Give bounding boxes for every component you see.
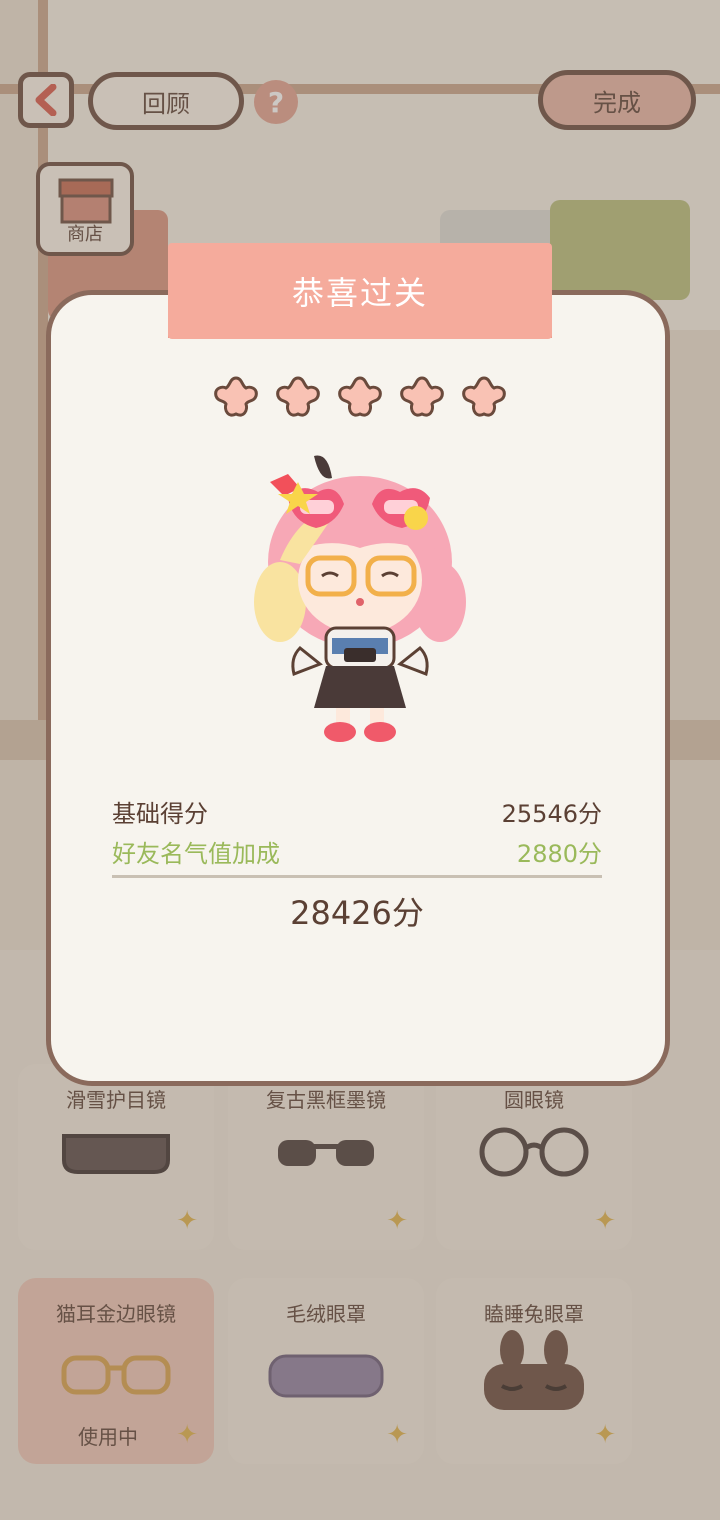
base-score-label: 基础得分 (112, 800, 208, 828)
title-ribbon: 恭喜过关 (168, 243, 552, 339)
base-score-value: 25546分 (501, 800, 602, 828)
bonus-score-label: 好友名气值加成 (112, 840, 280, 868)
flower-star-icon (462, 376, 506, 417)
flower-star-icon (276, 376, 320, 417)
score-divider (112, 875, 602, 878)
dialog-title: 恭喜过关 (291, 274, 428, 312)
total-score: 28426分 (290, 894, 424, 932)
flower-star-icon (214, 376, 258, 417)
star-rating (212, 374, 508, 424)
bonus-score-value: 2880分 (516, 840, 602, 868)
character-avatar (254, 455, 466, 742)
flower-star-icon (338, 376, 382, 417)
flower-star-icon (400, 376, 444, 417)
